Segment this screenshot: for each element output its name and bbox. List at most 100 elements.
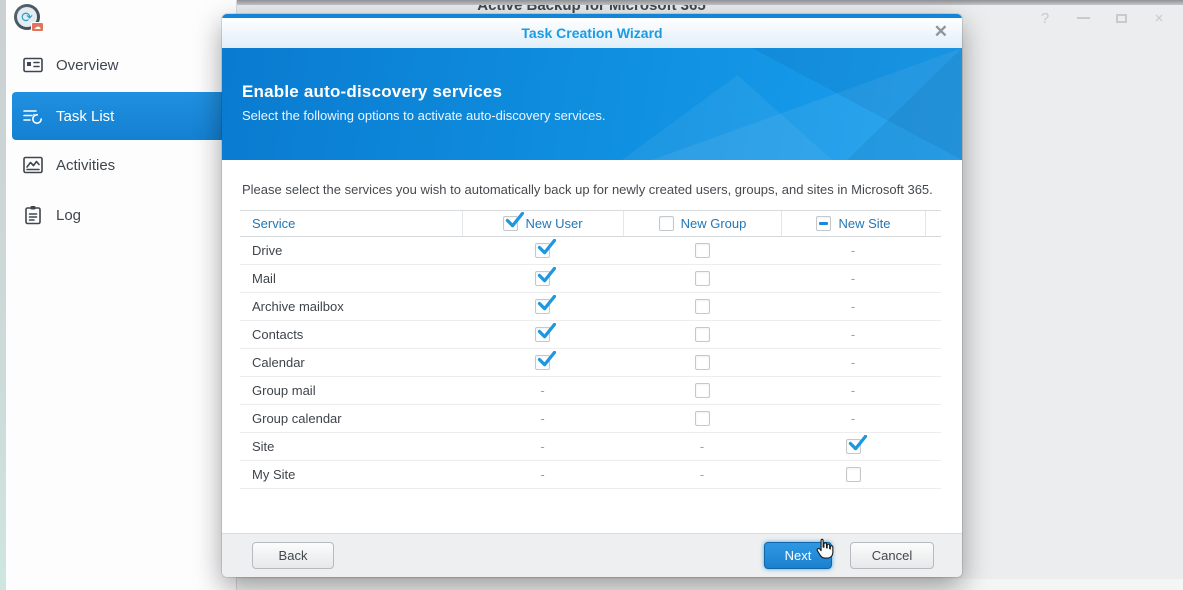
- service-cell: Drive: [252, 243, 283, 258]
- check-icon: [537, 323, 556, 339]
- header-checkbox-new_site[interactable]: [816, 216, 832, 231]
- indeterminate-mark: [819, 222, 829, 225]
- service-cell: Mail: [252, 271, 276, 286]
- new_group-cell: [623, 299, 781, 314]
- sidebar-item-label: Task List: [56, 107, 115, 125]
- empty-marker: -: [540, 467, 545, 482]
- dialog-close-icon[interactable]: ✕: [934, 22, 948, 42]
- header-checkbox-new_group[interactable]: [658, 216, 674, 231]
- new_group-cell: -: [623, 439, 781, 454]
- header-checkbox-new_user[interactable]: [503, 212, 525, 231]
- mail-new_group-checkbox[interactable]: [694, 271, 710, 286]
- sidebar-item-task-list[interactable]: Task List: [12, 92, 236, 140]
- new_site-cell: -: [781, 383, 925, 398]
- service-cell: Group mail: [252, 383, 316, 398]
- contacts-new_group-checkbox[interactable]: [694, 327, 710, 342]
- empty-marker: -: [850, 271, 856, 286]
- check-icon: [506, 212, 525, 228]
- sidebar-item-label: Log: [56, 206, 82, 224]
- dialog-footer: Back Next Cancel: [222, 533, 962, 577]
- maximize-icon[interactable]: [1113, 10, 1129, 26]
- check-icon: [537, 267, 556, 283]
- new_group-cell: [623, 243, 781, 258]
- site-new_site-checkbox[interactable]: [845, 435, 867, 454]
- background-content-strip: [237, 579, 1183, 590]
- archive-mailbox-new_group-checkbox[interactable]: [694, 299, 710, 314]
- new_user-cell: -: [462, 467, 623, 482]
- column-header-spacer: [925, 211, 941, 236]
- overview-icon: [22, 57, 43, 73]
- empty-marker: -: [850, 355, 856, 370]
- column-header-new_user: New User: [462, 211, 623, 236]
- calendar-new_group-checkbox[interactable]: [694, 355, 710, 370]
- column-label: Service: [252, 216, 296, 231]
- new_user-cell: -: [462, 383, 623, 398]
- step-subtitle: Select the following options to activate…: [242, 108, 606, 123]
- task-creation-wizard-dialog: Task Creation Wizard ✕ Enable auto-disco…: [222, 14, 962, 577]
- check-icon: [848, 435, 867, 451]
- service-cell: My Site: [252, 467, 296, 482]
- table-row: Group calendar - -: [240, 405, 941, 433]
- sidebar: ⟳ ☁ Overview Task List Activities Log: [6, 0, 237, 590]
- calendar-new_user-checkbox[interactable]: [535, 351, 556, 370]
- cancel-button[interactable]: Cancel: [850, 542, 934, 569]
- new_group-cell: [623, 355, 781, 370]
- step-title: Enable auto-discovery services: [242, 82, 503, 101]
- active-backup-app-icon[interactable]: ⟳ ☁: [14, 4, 44, 32]
- new_user-cell: -: [462, 411, 623, 426]
- help-icon[interactable]: ?: [1037, 10, 1053, 27]
- sidebar-item-log[interactable]: Log: [6, 200, 236, 230]
- table-row: Archive mailbox -: [240, 293, 941, 321]
- new_site-cell: -: [781, 271, 925, 286]
- column-header-new_site: New Site: [781, 211, 925, 236]
- empty-marker: -: [850, 327, 856, 342]
- window-close-icon[interactable]: ×: [1151, 10, 1167, 27]
- check-icon: [537, 295, 556, 311]
- services-table: Service New User New Group New Site Drive - M…: [240, 210, 941, 489]
- service-cell: Group calendar: [252, 411, 342, 426]
- table-row: Drive -: [240, 237, 941, 265]
- new_site-cell: -: [781, 243, 925, 258]
- empty-marker: -: [540, 411, 545, 426]
- archive-mailbox-new_user-checkbox[interactable]: [535, 295, 556, 314]
- new_user-cell: -: [462, 439, 623, 454]
- new_group-cell: [623, 271, 781, 286]
- sidebar-nav: Overview Task List Activities Log: [6, 50, 236, 230]
- column-header-new_group: New Group: [623, 211, 781, 236]
- sidebar-item-label: Activities: [56, 156, 116, 174]
- next-button[interactable]: Next: [764, 542, 832, 569]
- drive-new_user-checkbox[interactable]: [535, 239, 556, 258]
- table-row: Group mail - -: [240, 377, 941, 405]
- minimize-icon[interactable]: [1075, 10, 1091, 26]
- group-calendar-new_group-checkbox[interactable]: [694, 411, 710, 426]
- empty-marker: -: [850, 243, 856, 258]
- drive-new_group-checkbox[interactable]: [694, 243, 710, 258]
- empty-marker: -: [850, 299, 856, 314]
- table-row: My Site - -: [240, 461, 941, 489]
- service-cell: Calendar: [252, 355, 305, 370]
- mail-new_user-checkbox[interactable]: [535, 267, 556, 286]
- cloud-badge-icon: ☁: [31, 22, 44, 32]
- back-button[interactable]: Back: [252, 542, 334, 569]
- new_user-cell: [462, 295, 623, 314]
- column-label: New Site: [838, 216, 891, 231]
- sidebar-item-activities[interactable]: Activities: [6, 150, 236, 180]
- dialog-titlebar: Task Creation Wizard ✕: [222, 18, 962, 48]
- group-mail-new_group-checkbox[interactable]: [694, 383, 710, 398]
- check-icon: [537, 351, 556, 367]
- new_group-cell: [623, 327, 781, 342]
- service-cell: Contacts: [252, 327, 304, 342]
- new_user-cell: [462, 267, 623, 286]
- service-cell: Archive mailbox: [252, 299, 344, 314]
- new_group-cell: [623, 383, 781, 398]
- empty-marker: -: [540, 383, 545, 398]
- sidebar-item-overview[interactable]: Overview: [6, 50, 236, 80]
- empty-marker: -: [850, 411, 856, 426]
- table-header: Service New User New Group New Site: [240, 210, 941, 237]
- table-row: Contacts -: [240, 321, 941, 349]
- dialog-body: Please select the services you wish to a…: [222, 160, 962, 533]
- description-text: Please select the services you wish to a…: [242, 182, 933, 197]
- task-list-icon: [22, 107, 43, 125]
- contacts-new_user-checkbox[interactable]: [535, 323, 556, 342]
- my-site-new_site-checkbox[interactable]: [845, 467, 861, 482]
